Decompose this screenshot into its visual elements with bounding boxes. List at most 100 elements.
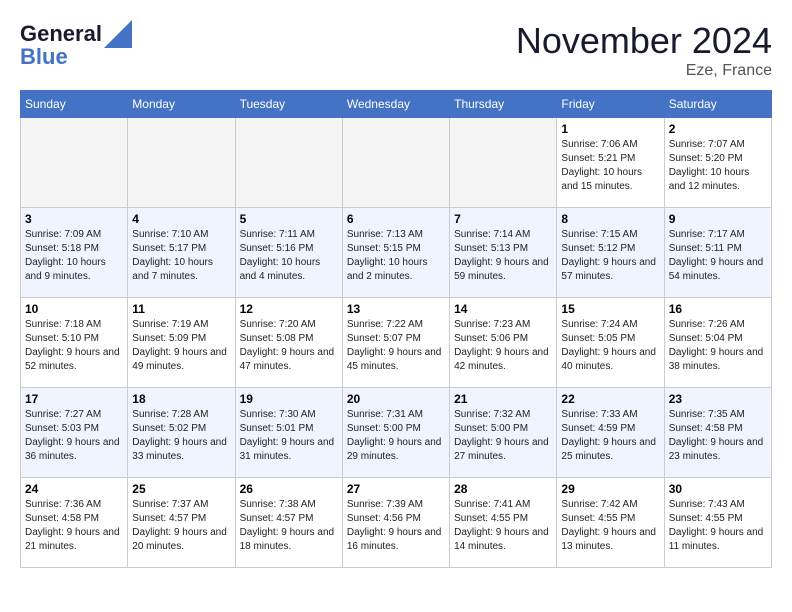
day-info: Sunrise: 7:26 AMSunset: 5:04 PMDaylight:… xyxy=(669,318,767,374)
day-info: Sunrise: 7:31 AMSunset: 5:00 PMDaylight:… xyxy=(347,408,445,464)
weekday-header-tuesday: Tuesday xyxy=(235,91,342,118)
day-info: Sunrise: 7:27 AMSunset: 5:03 PMDaylight:… xyxy=(25,408,123,464)
day-info: Sunrise: 7:32 AMSunset: 5:00 PMDaylight:… xyxy=(454,408,552,464)
calendar-cell: 29 Sunrise: 7:42 AMSunset: 4:55 PMDayligh… xyxy=(557,478,664,568)
day-info: Sunrise: 7:39 AMSunset: 4:56 PMDaylight:… xyxy=(347,498,445,554)
day-number: 16 xyxy=(669,302,767,316)
calendar-cell: 9Sunrise: 7:17 AMSunset: 5:11 PMDaylight… xyxy=(664,208,771,298)
day-info: Sunrise: 7:24 AMSunset: 5:05 PMDaylight:… xyxy=(561,318,659,374)
calendar-cell xyxy=(235,118,342,208)
weekday-header-monday: Monday xyxy=(128,91,235,118)
calendar-cell: 2 Sunrise: 7:07 AMSunset: 5:20 PMDaylight… xyxy=(664,118,771,208)
day-info: Sunrise: 7:11 AMSunset: 5:16 PMDaylight:… xyxy=(240,228,338,284)
weekday-header-wednesday: Wednesday xyxy=(342,91,449,118)
calendar-cell xyxy=(450,118,557,208)
day-number: 28 xyxy=(454,482,552,496)
day-number: 20 xyxy=(347,392,445,406)
day-number: 7 xyxy=(454,212,552,226)
calendar-cell: 16 Sunrise: 7:26 AMSunset: 5:04 PMDayligh… xyxy=(664,298,771,388)
day-info: Sunrise: 7:14 AMSunset: 5:13 PMDaylight:… xyxy=(454,228,552,284)
calendar-cell: 7 Sunrise: 7:14 AMSunset: 5:13 PMDaylight… xyxy=(450,208,557,298)
weekday-header-saturday: Saturday xyxy=(664,91,771,118)
calendar-cell xyxy=(342,118,449,208)
calendar-week-row: 24 Sunrise: 7:36 AMSunset: 4:58 PMDayligh… xyxy=(21,478,772,568)
title-block: November 2024 Eze, France xyxy=(516,20,772,80)
day-info: Sunrise: 7:19 AMSunset: 5:09 PMDaylight:… xyxy=(132,318,230,374)
logo-arrow-icon xyxy=(104,20,132,48)
calendar-week-row: 17 Sunrise: 7:27 AMSunset: 5:03 PMDayligh… xyxy=(21,388,772,478)
day-number: 29 xyxy=(561,482,659,496)
day-info: Sunrise: 7:17 AMSunset: 5:11 PMDaylight:… xyxy=(669,228,767,284)
day-info: Sunrise: 7:10 AMSunset: 5:17 PMDaylight:… xyxy=(132,228,230,284)
calendar-cell: 23Sunrise: 7:35 AMSunset: 4:58 PMDayligh… xyxy=(664,388,771,478)
page-header: General Blue November 2024 Eze, France xyxy=(20,20,772,80)
day-number: 27 xyxy=(347,482,445,496)
day-info: Sunrise: 7:33 AMSunset: 4:59 PMDaylight:… xyxy=(561,408,659,464)
location-subtitle: Eze, France xyxy=(516,62,772,80)
day-info: Sunrise: 7:38 AMSunset: 4:57 PMDaylight:… xyxy=(240,498,338,554)
day-number: 15 xyxy=(561,302,659,316)
day-number: 10 xyxy=(25,302,123,316)
day-info: Sunrise: 7:37 AMSunset: 4:57 PMDaylight:… xyxy=(132,498,230,554)
calendar-cell: 19Sunrise: 7:30 AMSunset: 5:01 PMDayligh… xyxy=(235,388,342,478)
calendar-cell: 24 Sunrise: 7:36 AMSunset: 4:58 PMDayligh… xyxy=(21,478,128,568)
day-number: 25 xyxy=(132,482,230,496)
day-number: 4 xyxy=(132,212,230,226)
calendar-cell: 14 Sunrise: 7:23 AMSunset: 5:06 PMDayligh… xyxy=(450,298,557,388)
day-number: 22 xyxy=(561,392,659,406)
calendar-cell: 3 Sunrise: 7:09 AMSunset: 5:18 PMDaylight… xyxy=(21,208,128,298)
weekday-header-sunday: Sunday xyxy=(21,91,128,118)
day-info: Sunrise: 7:15 AMSunset: 5:12 PMDaylight:… xyxy=(561,228,659,284)
day-info: Sunrise: 7:20 AMSunset: 5:08 PMDaylight:… xyxy=(240,318,338,374)
logo: General Blue xyxy=(20,20,132,70)
calendar-cell: 25 Sunrise: 7:37 AMSunset: 4:57 PMDayligh… xyxy=(128,478,235,568)
calendar-cell: 28 Sunrise: 7:41 AMSunset: 4:55 PMDayligh… xyxy=(450,478,557,568)
day-number: 17 xyxy=(25,392,123,406)
day-info: Sunrise: 7:41 AMSunset: 4:55 PMDaylight:… xyxy=(454,498,552,554)
day-number: 30 xyxy=(669,482,767,496)
calendar-week-row: 1 Sunrise: 7:06 AMSunset: 5:21 PMDaylight… xyxy=(21,118,772,208)
day-info: Sunrise: 7:35 AMSunset: 4:58 PMDaylight:… xyxy=(669,408,767,464)
day-info: Sunrise: 7:09 AMSunset: 5:18 PMDaylight:… xyxy=(25,228,123,284)
weekday-header-thursday: Thursday xyxy=(450,91,557,118)
day-number: 24 xyxy=(25,482,123,496)
calendar-cell xyxy=(21,118,128,208)
calendar-table: SundayMondayTuesdayWednesdayThursdayFrid… xyxy=(20,90,772,568)
calendar-cell: 8 Sunrise: 7:15 AMSunset: 5:12 PMDaylight… xyxy=(557,208,664,298)
day-number: 14 xyxy=(454,302,552,316)
day-info: Sunrise: 7:36 AMSunset: 4:58 PMDaylight:… xyxy=(25,498,123,554)
calendar-cell: 10 Sunrise: 7:18 AMSunset: 5:10 PMDayligh… xyxy=(21,298,128,388)
calendar-cell: 20 Sunrise: 7:31 AMSunset: 5:00 PMDayligh… xyxy=(342,388,449,478)
calendar-week-row: 10 Sunrise: 7:18 AMSunset: 5:10 PMDayligh… xyxy=(21,298,772,388)
day-number: 11 xyxy=(132,302,230,316)
day-number: 2 xyxy=(669,122,767,136)
day-info: Sunrise: 7:18 AMSunset: 5:10 PMDaylight:… xyxy=(25,318,123,374)
calendar-cell: 26 Sunrise: 7:38 AMSunset: 4:57 PMDayligh… xyxy=(235,478,342,568)
calendar-cell: 12 Sunrise: 7:20 AMSunset: 5:08 PMDayligh… xyxy=(235,298,342,388)
calendar-cell: 17 Sunrise: 7:27 AMSunset: 5:03 PMDayligh… xyxy=(21,388,128,478)
day-info: Sunrise: 7:23 AMSunset: 5:06 PMDaylight:… xyxy=(454,318,552,374)
calendar-cell: 18Sunrise: 7:28 AMSunset: 5:02 PMDayligh… xyxy=(128,388,235,478)
logo-text: General xyxy=(20,22,102,46)
weekday-header-friday: Friday xyxy=(557,91,664,118)
day-info: Sunrise: 7:07 AMSunset: 5:20 PMDaylight:… xyxy=(669,138,767,194)
day-number: 12 xyxy=(240,302,338,316)
calendar-cell: 27 Sunrise: 7:39 AMSunset: 4:56 PMDayligh… xyxy=(342,478,449,568)
day-number: 26 xyxy=(240,482,338,496)
calendar-cell: 5 Sunrise: 7:11 AMSunset: 5:16 PMDaylight… xyxy=(235,208,342,298)
day-number: 8 xyxy=(561,212,659,226)
day-number: 3 xyxy=(25,212,123,226)
day-info: Sunrise: 7:06 AMSunset: 5:21 PMDaylight:… xyxy=(561,138,659,194)
calendar-cell: 30Sunrise: 7:43 AMSunset: 4:55 PMDayligh… xyxy=(664,478,771,568)
calendar-cell: 4 Sunrise: 7:10 AMSunset: 5:17 PMDaylight… xyxy=(128,208,235,298)
day-number: 1 xyxy=(561,122,659,136)
day-number: 21 xyxy=(454,392,552,406)
day-number: 19 xyxy=(240,392,338,406)
day-info: Sunrise: 7:13 AMSunset: 5:15 PMDaylight:… xyxy=(347,228,445,284)
calendar-cell: 15 Sunrise: 7:24 AMSunset: 5:05 PMDayligh… xyxy=(557,298,664,388)
day-info: Sunrise: 7:42 AMSunset: 4:55 PMDaylight:… xyxy=(561,498,659,554)
calendar-cell: 22 Sunrise: 7:33 AMSunset: 4:59 PMDayligh… xyxy=(557,388,664,478)
day-info: Sunrise: 7:22 AMSunset: 5:07 PMDaylight:… xyxy=(347,318,445,374)
calendar-cell: 21 Sunrise: 7:32 AMSunset: 5:00 PMDayligh… xyxy=(450,388,557,478)
day-number: 5 xyxy=(240,212,338,226)
